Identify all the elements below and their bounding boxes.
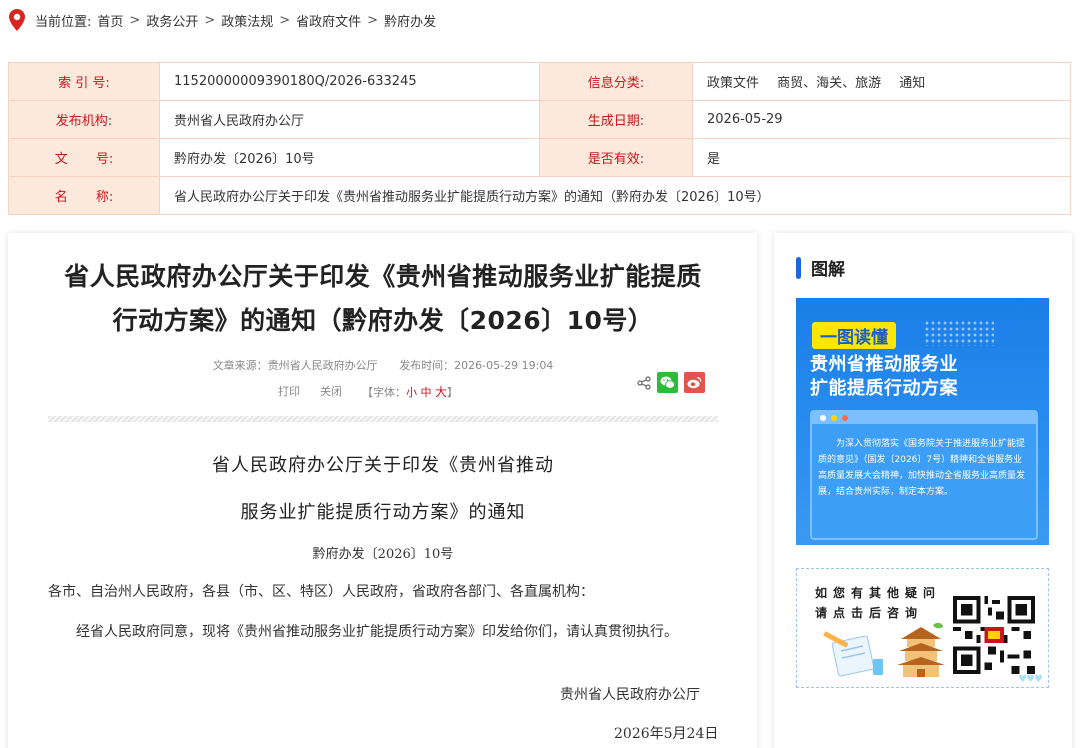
date-value: 2026-05-29: [692, 100, 1071, 139]
info-row: 名 称: 省人民政府办公厅关于印发《贵州省推动服务业扩能提质行动方案》的通知（黔…: [8, 176, 1071, 215]
share-icon[interactable]: [637, 375, 651, 390]
article-source: 文章来源：贵州省人民政府办公厅: [212, 359, 378, 372]
doc-title-line: 省人民政府办公厅关于印发《贵州省推动: [212, 455, 554, 476]
sidebar-header: 图解: [796, 255, 845, 280]
print-button[interactable]: 打印: [278, 383, 300, 400]
index-value: 11520000009390180Q/2026-633245: [159, 62, 540, 101]
font-big-button[interactable]: 大: [435, 385, 447, 399]
poster-text: 为深入贯彻落实《国务院关于推进服务业扩能提质的意见》（国发〔2026〕7号）精神…: [818, 439, 1026, 497]
wechat-share-button[interactable]: [657, 372, 678, 393]
doc-body: 经省人民政府同意，现将《贵州省推动服务业扩能提质行动方案》印发给你们，请认真贯彻…: [76, 624, 678, 640]
poster-heading: 扩能提质行动方案: [810, 378, 958, 399]
valid-label: 是否有效:: [539, 138, 693, 177]
qr-code-icon[interactable]: [953, 596, 1035, 674]
info-row: 索 引 号: 11520000009390180Q/2026-633245 信息…: [8, 62, 1071, 101]
consult-panel[interactable]: 如您有其他疑问 请点击后咨询 ♥♥♥: [796, 568, 1049, 688]
pavilion-icon: [897, 622, 945, 677]
breadcrumb-policy[interactable]: 政策法规: [221, 11, 273, 30]
poster-window-bar: [812, 412, 1036, 424]
name-value: 省人民政府办公厅关于印发《贵州省推动服务业扩能提质行动方案》的通知（黔府办发〔2…: [159, 176, 1071, 215]
poster-tag: 一图读懂: [812, 322, 896, 349]
doc-addressee: 各市、自治州人民政府，各县（市、区、特区）人民政府，省政府各部门、各直属机构：: [48, 584, 594, 600]
font-mid-button[interactable]: 中: [421, 386, 432, 399]
article-title-line: 行动方案》的通知（黔府办发〔2026〕10号）: [112, 306, 654, 335]
date-label: 生成日期:: [539, 100, 693, 139]
breadcrumb-gov-affairs[interactable]: 政务公开: [146, 11, 198, 30]
weibo-icon: [687, 376, 702, 389]
location-pin-icon: [9, 9, 25, 31]
breadcrumb-current[interactable]: 黔府办发: [384, 11, 436, 30]
font-size-control: 【字体：小 中 大】: [362, 383, 458, 400]
doc-number: 黔府办发〔2026〕10号: [312, 547, 454, 562]
font-size-suffix: 】: [447, 386, 459, 399]
info-row: 文 号: 黔府办发〔2026〕10号 是否有效: 是: [8, 138, 1071, 177]
index-label: 索 引 号:: [8, 62, 160, 101]
info-row: 发布机构: 贵州省人民政府办公厅 生成日期: 2026-05-29: [8, 100, 1071, 139]
article-title: 省人民政府办公厅关于印发《贵州省推动服务业扩能提质 行动方案》的通知（黔府办发〔…: [38, 255, 728, 343]
poster-window: 为深入贯彻落实《国务院关于推进服务业扩能提质的意见》（国发〔2026〕7号）精神…: [810, 410, 1038, 540]
font-small-button[interactable]: 小: [406, 386, 417, 399]
breadcrumb-separator: >: [129, 12, 141, 28]
publisher-label: 发布机构:: [8, 100, 160, 139]
sidebar-accent-bar: [796, 256, 801, 279]
category-text: 政策文件 商贸、海关、旅游 通知: [707, 76, 926, 91]
sidebar: 图解 一图读懂 贵州省推动服务业 扩能提质行动方案 为深入贯彻落实《国务院关于推…: [774, 233, 1072, 748]
font-size-prefix: 【字体：: [362, 386, 406, 399]
valid-value: 是: [692, 138, 1071, 177]
article-pubtime: 发布时间：2026-05-29 19:04: [399, 359, 554, 372]
article-card: 省人民政府办公厅关于印发《贵州省推动服务业扩能提质 行动方案》的通知（黔府办发〔…: [8, 233, 757, 748]
article-tools: 打印 关闭 【字体：小 中 大】: [278, 383, 458, 400]
publisher-value: 贵州省人民政府办公厅: [159, 100, 540, 139]
breadcrumb-prefix: 当前位置:: [35, 14, 92, 30]
weibo-share-button[interactable]: [684, 372, 705, 393]
breadcrumb-separator: >: [204, 12, 216, 28]
breadcrumb-separator: >: [367, 12, 379, 28]
docno-label: 文 号:: [8, 138, 160, 177]
hearts-decoration: ♥♥♥: [1018, 674, 1043, 685]
category-label: 信息分类:: [539, 62, 693, 101]
breadcrumb-home[interactable]: 首页: [97, 11, 123, 30]
consult-line: 如您有其他疑问: [815, 586, 942, 600]
breadcrumb-separator: >: [279, 12, 291, 28]
wechat-icon: [660, 376, 675, 389]
consult-line: 请点击后咨询: [815, 606, 924, 620]
sidebar-title: 图解: [811, 260, 845, 280]
divider: [48, 416, 718, 422]
pen-paper-icon: [823, 631, 883, 677]
breadcrumb-province-docs[interactable]: 省政府文件: [296, 11, 361, 30]
name-label: 名 称:: [8, 176, 160, 215]
document-info-table: 索 引 号: 11520000009390180Q/2026-633245 信息…: [8, 62, 1071, 215]
doc-title-line: 服务业扩能提质行动方案》的通知: [240, 502, 526, 523]
share-bar: [637, 372, 705, 393]
docno-value: 黔府办发〔2026〕10号: [159, 138, 540, 177]
breadcrumb: 当前位置: 首页 > 政务公开 > 政策法规 > 省政府文件 > 黔府办发: [9, 8, 436, 32]
doc-sign-date: 2026年5月24日: [614, 726, 719, 742]
poster-decoration: [924, 320, 994, 346]
consult-text: 如您有其他疑问 请点击后咨询: [815, 583, 941, 623]
doc-signer: 贵州省人民政府办公厅: [560, 687, 700, 703]
close-button[interactable]: 关闭: [320, 383, 342, 400]
poster-heading: 贵州省推动服务业: [810, 354, 958, 375]
infographic-poster[interactable]: 一图读懂 贵州省推动服务业 扩能提质行动方案 为深入贯彻落实《国务院关于推进服务…: [796, 298, 1049, 545]
article-title-line: 省人民政府办公厅关于印发《贵州省推动服务业扩能提质: [64, 262, 702, 291]
category-value: 政策文件 商贸、海关、旅游 通知: [692, 62, 1071, 101]
article-meta: 文章来源：贵州省人民政府办公厅 发布时间：2026-05-29 19:04: [8, 357, 758, 373]
